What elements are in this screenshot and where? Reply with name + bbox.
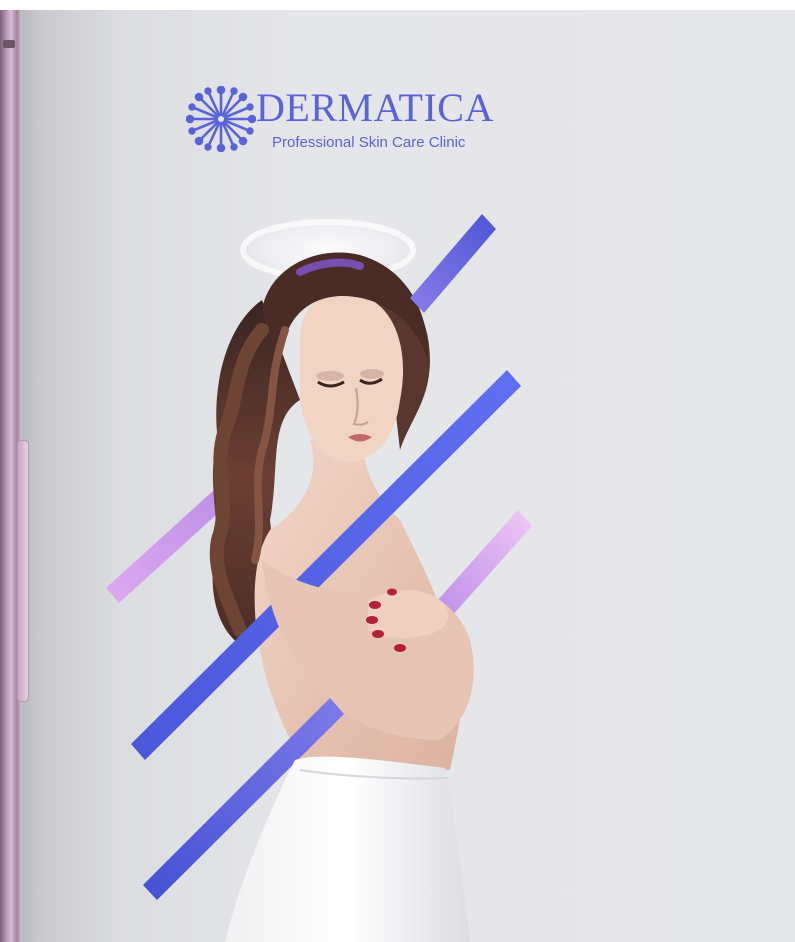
accent-stripe-blue-top: [410, 214, 496, 313]
brand-name: DERMATICA: [256, 85, 494, 130]
brand-tagline: Professional Skin Care Clinic: [272, 134, 466, 151]
brand-logo[interactable]: DERMATICA Professional Skin Care Clinic: [186, 86, 546, 156]
landing-page: DERMATICA Professional Skin Care Clinic: [0, 0, 795, 942]
snowflake-burst-icon: [186, 86, 256, 152]
